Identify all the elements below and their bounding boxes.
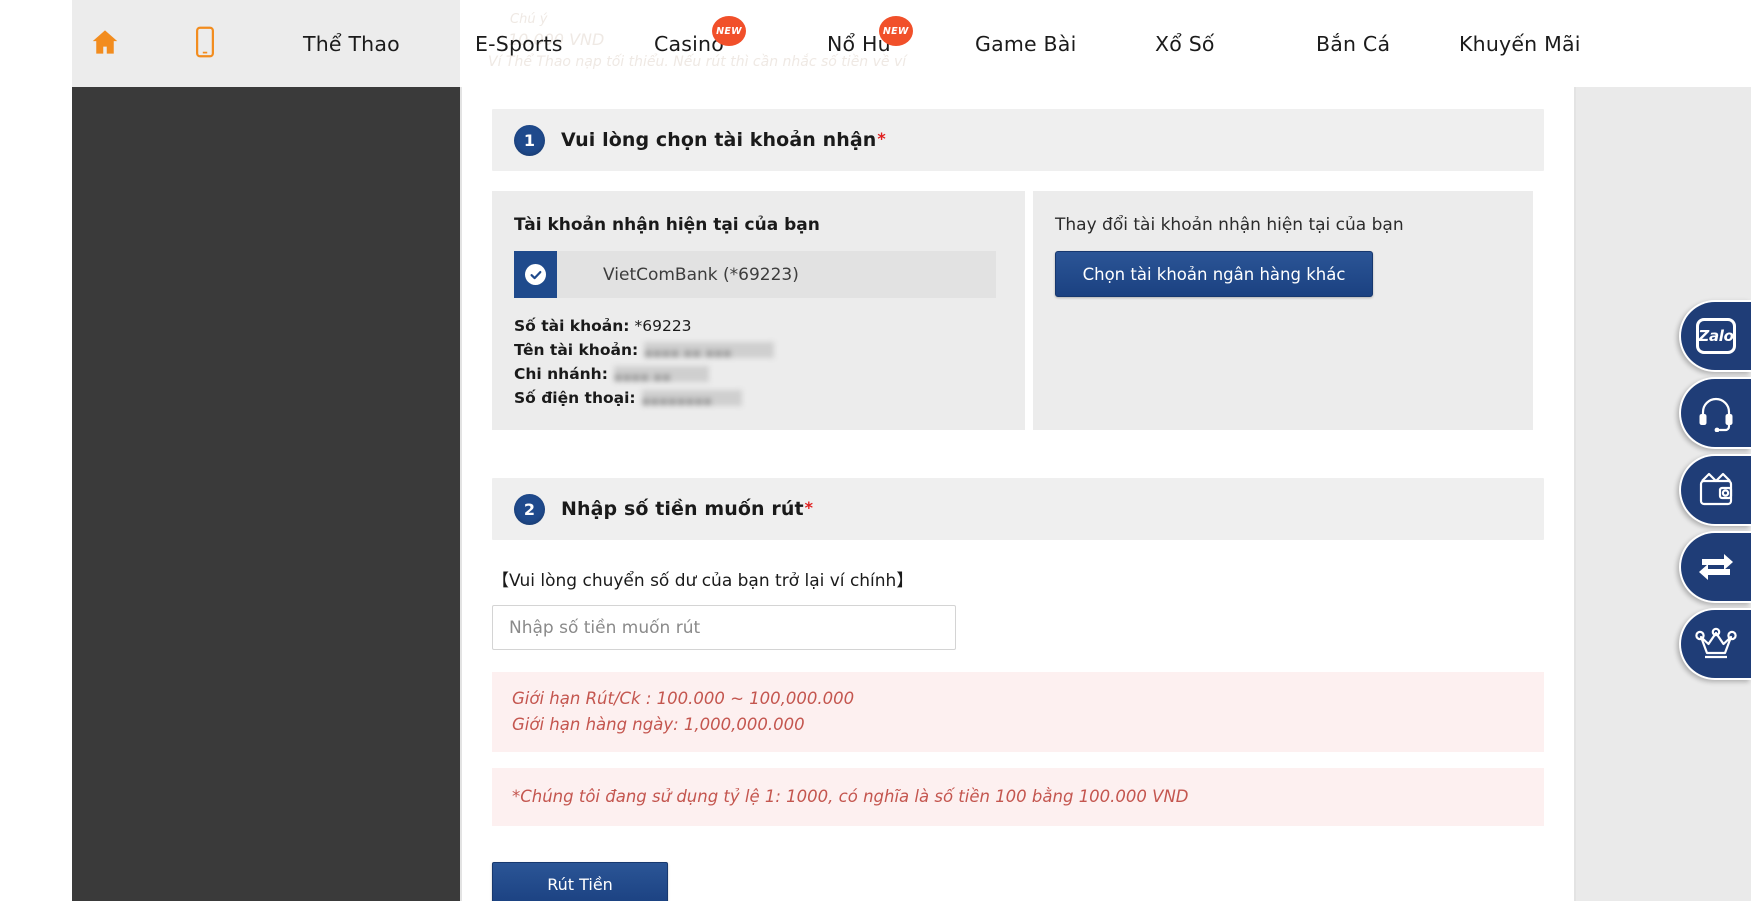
bank-selected-indicator[interactable] [514,251,557,298]
wallet-icon [1696,472,1736,508]
transfer-icon [1696,550,1736,584]
new-badge: NEW [712,16,746,46]
step-1-panels: Tài khoản nhận hiện tại của bạn VietComB… [492,191,1544,430]
change-account-title: Thay đổi tài khoản nhận hiện tại của bạn [1055,215,1404,235]
float-button-transfer[interactable] [1679,531,1751,603]
limit-daily: Giới hạn hàng ngày: 1,000,000.000 [512,715,805,734]
nav-label: Khuyến Mãi [1459,32,1581,56]
step-2-header: 2 Nhập số tiền muốn rút* [492,478,1544,540]
withdraw-amount-input[interactable] [492,605,956,650]
nav-item-khuyen-mai[interactable]: Khuyến Mãi [1459,32,1581,56]
detail-account-name: Tên tài khoản: ▪▪▪▪ ▪▪ ▪▪▪ [514,338,1003,362]
step-1-title: Vui lòng chọn tài khoản nhận* [561,129,886,151]
redacted-account-name: ▪▪▪▪ ▪▪ ▪▪▪ [644,342,775,358]
required-asterisk: * [804,498,814,517]
withdraw-form-content: 1 Vui lòng chọn tài khoản nhận* Tài khoả… [462,87,1574,901]
nav-label: Bắn Cá [1316,32,1391,56]
nav-item-mobile[interactable] [195,26,215,63]
headset-icon [1696,394,1736,432]
nav-item-ban-ca[interactable]: Bắn Cá [1316,32,1390,56]
limit-per-transaction: Giới hạn Rút/Ck : 100.000 ~ 100,000.000 [512,689,855,708]
nav-item-game-bai[interactable]: Game Bài [975,32,1076,56]
nav-label: Xổ Số [1155,32,1215,56]
page-root: Chú ý 10.000 VND Ví Thể Thao nạp tối thi… [0,0,1751,901]
crown-icon [1695,627,1737,661]
detail-label: Số điện thoại: [514,389,636,407]
detail-phone: Số điện thoại: ▪▪▪▪▪▪▪▪ [514,386,1003,410]
left-sidebar-rail [72,87,460,901]
step-2-title-text: Nhập số tiền muốn rút [561,498,804,520]
nav-item-e-sports[interactable]: E-Sports [475,32,563,56]
float-button-support[interactable] [1679,377,1751,449]
mobile-icon [195,26,215,63]
floating-support-widget: Zalo [1679,300,1751,683]
nav-item-home[interactable] [90,28,120,61]
choose-other-bank-button[interactable]: Chọn tài khoản ngân hàng khác [1055,251,1373,297]
nav-item-casino[interactable]: Casino NEW [654,16,746,56]
nav-label: E-Sports [475,32,563,56]
wallet-transfer-hint: 【Vui lòng chuyển số dư của bạn trở lại v… [492,571,914,591]
float-button-wallet[interactable] [1679,454,1751,526]
detail-label: Chi nhánh: [514,365,608,383]
check-circle-icon [525,264,546,285]
withdraw-limit-notice: Giới hạn Rút/Ck : 100.000 ~ 100,000.000 … [492,672,1544,752]
nav-label: Game Bài [975,32,1077,56]
zalo-icon: Zalo [1696,318,1736,354]
detail-label: Tên tài khoản: [514,341,639,359]
change-account-panel: Thay đổi tài khoản nhận hiện tại của bạn… [1033,191,1533,430]
current-account-title: Tài khoản nhận hiện tại của bạn [514,215,820,235]
nav-item-the-thao[interactable]: Thể Thao [303,32,400,56]
step-1-header: 1 Vui lòng chọn tài khoản nhận* [492,109,1544,171]
redacted-phone: ▪▪▪▪▪▪▪▪ [641,390,742,406]
bank-account-row[interactable]: VietComBank (*69223) [514,251,996,298]
required-asterisk: * [877,129,886,148]
step-1-number: 1 [514,124,545,156]
detail-account-number: Số tài khoản: *69223 [514,314,1003,338]
step-2-title: Nhập số tiền muốn rút* [561,498,813,520]
nav-item-xo-so[interactable]: Xổ Số [1155,32,1215,56]
top-navigation: Chú ý 10.000 VND Ví Thể Thao nạp tối thi… [0,0,1751,87]
nav-item-list: Thể Thao E-Sports Casino NEW Nổ Hũ NEW G… [0,0,1751,87]
nav-item-no-hu[interactable]: Nổ Hũ NEW [827,16,913,56]
detail-branch: Chi nhánh: ▪▪▪▪ ▪▪ [514,362,1003,386]
step-2-number: 2 [514,493,545,525]
new-badge: NEW [878,16,913,46]
bank-name-label: VietComBank (*69223) [603,264,799,285]
content-divider-right [1574,87,1576,901]
step-1-title-text: Vui lòng chọn tài khoản nhận [561,129,877,151]
detail-value: *69223 [634,317,692,335]
redacted-branch: ▪▪▪▪ ▪▪ [613,366,709,382]
float-button-vip[interactable] [1679,608,1751,680]
home-icon [90,30,120,61]
nav-label: Thể Thao [303,32,400,56]
zalo-label: Zalo [1698,327,1734,345]
withdraw-submit-button[interactable]: Rút Tiền [492,862,668,901]
detail-label: Số tài khoản: [514,317,630,335]
current-account-panel: Tài khoản nhận hiện tại của bạn VietComB… [492,191,1025,430]
left-gutter [0,0,72,901]
exchange-rate-notice: *Chúng tôi đang sử dụng tỷ lệ 1: 1000, c… [492,768,1544,826]
float-button-zalo[interactable]: Zalo [1679,300,1751,372]
